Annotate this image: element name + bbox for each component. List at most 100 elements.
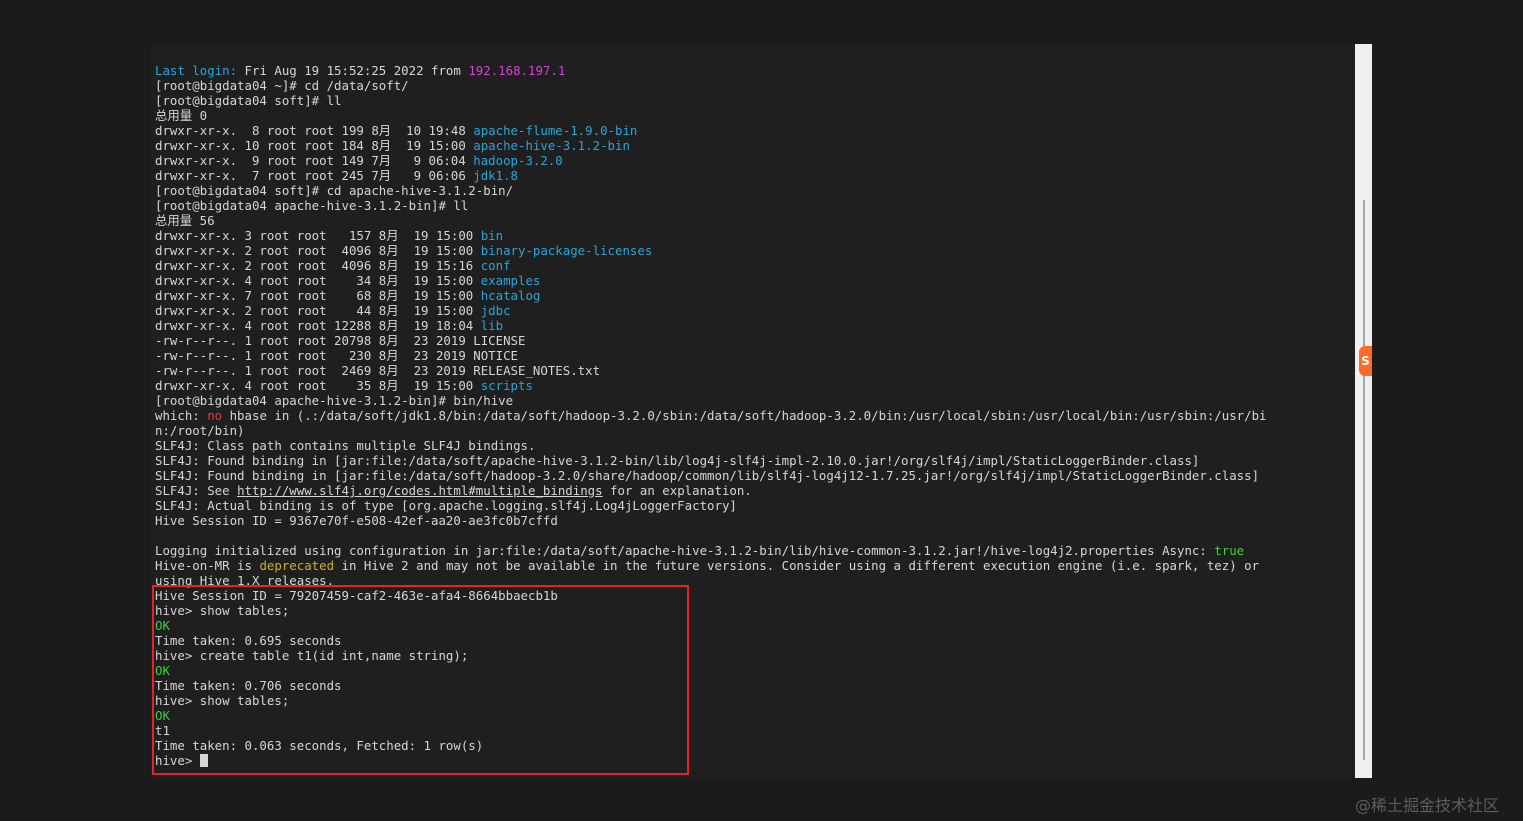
terminal-text: SLF4J: See [155, 483, 238, 498]
terminal-line: Logging initialized using configuration … [155, 543, 1267, 558]
terminal-line: [root@bigdata04 ~]# cd /data/soft/ [155, 78, 1267, 93]
terminal-text: which: [155, 408, 208, 423]
terminal-text: Hive Session ID = 9367e70f-e508-42ef-aa2… [155, 513, 558, 528]
terminal-text: in Hive 2 and may not be available in th… [334, 558, 1260, 573]
terminal-text: drwxr-xr-x. 8 root root 199 8月 10 19:48 [155, 123, 474, 138]
terminal-line: Time taken: 0.063 seconds, Fetched: 1 ro… [155, 738, 1267, 753]
terminal-line: -rw-r--r--. 1 root root 20798 8月 23 2019… [155, 333, 1267, 348]
terminal-text: t1 [155, 723, 170, 738]
terminal-text: 总用量 56 [155, 213, 215, 228]
terminal-text: hive> [155, 753, 200, 768]
terminal-text: conf [480, 258, 511, 273]
side-widget-icon[interactable]: S [1359, 346, 1372, 376]
terminal-line: drwxr-xr-x. 2 root root 4096 8月 19 15:00… [155, 243, 1267, 258]
terminal-line: [root@bigdata04 soft]# cd apache-hive-3.… [155, 183, 1267, 198]
terminal-text: OK [155, 663, 170, 678]
terminal-text: Time taken: 0.063 seconds, Fetched: 1 ro… [155, 738, 484, 753]
terminal-text: 总用量 0 [155, 108, 208, 123]
scrollbar-thumb[interactable] [1363, 200, 1365, 760]
terminal-line: Hive Session ID = 79207459-caf2-463e-afa… [155, 588, 1267, 603]
terminal-line: OK [155, 618, 1267, 633]
terminal-text: drwxr-xr-x. 9 root root 149 7月 9 06:04 [155, 153, 474, 168]
terminal-line: drwxr-xr-x. 7 root root 245 7月 9 06:06 j… [155, 168, 1267, 183]
terminal-line: using Hive 1.X releases. [155, 573, 1267, 588]
terminal-line: drwxr-xr-x. 3 root root 157 8月 19 15:00 … [155, 228, 1267, 243]
terminal-text: drwxr-xr-x. 2 root root 44 8月 19 15:00 [155, 303, 481, 318]
terminal-text: [root@bigdata04 soft]# ll [155, 93, 342, 108]
terminal-line: 总用量 56 [155, 213, 1267, 228]
terminal-text: drwxr-xr-x. 10 root root 184 8月 19 15:00 [155, 138, 474, 153]
terminal-window[interactable]: Last login: Fri Aug 19 15:52:25 2022 fro… [151, 44, 1355, 778]
terminal-line: Time taken: 0.706 seconds [155, 678, 1267, 693]
terminal-text: [root@bigdata04 apache-hive-3.1.2-bin]# … [155, 198, 469, 213]
terminal-line: drwxr-xr-x. 2 root root 44 8月 19 15:00 j… [155, 303, 1267, 318]
terminal-line: SLF4J: Found binding in [jar:file:/data/… [155, 453, 1267, 468]
terminal-line: hive> create table t1(id int,name string… [155, 648, 1267, 663]
watermark: @稀土掘金技术社区 [1355, 796, 1500, 815]
terminal-line: -rw-r--r--. 1 root root 2469 8月 23 2019 … [155, 363, 1267, 378]
terminal-line: drwxr-xr-x. 8 root root 199 8月 10 19:48 … [155, 123, 1267, 138]
terminal-line: which: no hbase in (.:/data/soft/jdk1.8/… [155, 408, 1267, 423]
terminal-line: SLF4J: See http://www.slf4j.org/codes.ht… [155, 483, 1267, 498]
terminal-text: hive> create table t1(id int,name string… [155, 648, 469, 663]
terminal-text: bin [480, 228, 504, 243]
terminal-text: apache-flume-1.9.0-bin [473, 123, 638, 138]
terminal-text: jdk1.8 [473, 168, 519, 183]
terminal-line: Time taken: 0.695 seconds [155, 633, 1267, 648]
terminal-text: examples [480, 273, 541, 288]
terminal-text: Time taken: 0.695 seconds [155, 633, 342, 648]
terminal-line: 总用量 0 [155, 108, 1267, 123]
terminal-text: SLF4J: Class path contains multiple SLF4… [155, 438, 536, 453]
terminal-text: Time taken: 0.706 seconds [155, 678, 342, 693]
terminal-text: apache-hive-3.1.2-bin [473, 138, 630, 153]
terminal-line: Last login: Fri Aug 19 15:52:25 2022 fro… [155, 63, 1267, 78]
terminal-line: drwxr-xr-x. 4 root root 35 8月 19 15:00 s… [155, 378, 1267, 393]
terminal-text: hive> show tables; [155, 603, 290, 618]
terminal-text: OK [155, 618, 170, 633]
terminal-line: hive> show tables; [155, 603, 1267, 618]
screenshot: Last login: Fri Aug 19 15:52:25 2022 fro… [0, 0, 1523, 821]
terminal-text: hbase in (.:/data/soft/jdk1.8/bin:/data/… [222, 408, 1267, 423]
terminal-text: scripts [480, 378, 533, 393]
terminal-line: drwxr-xr-x. 10 root root 184 8月 19 15:00… [155, 138, 1267, 153]
terminal-link[interactable]: http://www.slf4j.org/codes.html#multiple… [237, 483, 603, 498]
terminal-text: drwxr-xr-x. 4 root root 34 8月 19 15:00 [155, 273, 481, 288]
terminal-text: SLF4J: Found binding in [jar:file:/data/… [155, 468, 1260, 483]
terminal-text: drwxr-xr-x. 4 root root 35 8月 19 15:00 [155, 378, 481, 393]
terminal-output: Last login: Fri Aug 19 15:52:25 2022 fro… [155, 63, 1267, 768]
terminal-text: -rw-r--r--. 1 root root 230 8月 23 2019 N… [155, 348, 519, 363]
terminal-text: drwxr-xr-x. 3 root root 157 8月 19 15:00 [155, 228, 481, 243]
terminal-text: Fri Aug 19 15:52:25 2022 from [237, 63, 469, 78]
terminal-text: -rw-r--r--. 1 root root 2469 8月 23 2019 … [155, 363, 601, 378]
terminal-line: Hive-on-MR is deprecated in Hive 2 and m… [155, 558, 1267, 573]
terminal-scrollbar[interactable] [1355, 44, 1372, 778]
terminal-text: [root@bigdata04 ~]# cd /data/soft/ [155, 78, 409, 93]
terminal-line: drwxr-xr-x. 4 root root 34 8月 19 15:00 e… [155, 273, 1267, 288]
terminal-line: hive> [155, 753, 1267, 768]
terminal-text: drwxr-xr-x. 4 root root 12288 8月 19 18:0… [155, 318, 481, 333]
terminal-text: Hive Session ID = 79207459-caf2-463e-afa… [155, 588, 558, 603]
terminal-text: [root@bigdata04 apache-hive-3.1.2-bin]# … [155, 393, 514, 408]
terminal-line: [root@bigdata04 apache-hive-3.1.2-bin]# … [155, 198, 1267, 213]
terminal-text: for an explanation. [602, 483, 752, 498]
terminal-line: SLF4J: Found binding in [jar:file:/data/… [155, 468, 1267, 483]
terminal-text: hadoop-3.2.0 [473, 153, 563, 168]
terminal-text: 192.168.197.1 [468, 63, 566, 78]
terminal-text: drwxr-xr-x. 2 root root 4096 8月 19 15:00 [155, 243, 481, 258]
terminal-text: n:/root/bin) [155, 423, 245, 438]
terminal-text: drwxr-xr-x. 7 root root 68 8月 19 15:00 [155, 288, 481, 303]
terminal-text: hcatalog [480, 288, 541, 303]
terminal-line: hive> show tables; [155, 693, 1267, 708]
terminal-text: hive> show tables; [155, 693, 290, 708]
terminal-text: lib [480, 318, 504, 333]
terminal-line: [root@bigdata04 soft]# ll [155, 93, 1267, 108]
terminal-text: Hive-on-MR is [155, 558, 260, 573]
terminal-line: SLF4J: Class path contains multiple SLF4… [155, 438, 1267, 453]
terminal-text: drwxr-xr-x. 7 root root 245 7月 9 06:06 [155, 168, 474, 183]
terminal-text: OK [155, 708, 170, 723]
terminal-line: [root@bigdata04 apache-hive-3.1.2-bin]# … [155, 393, 1267, 408]
terminal-text: SLF4J: Actual binding is of type [org.ap… [155, 498, 737, 513]
terminal-text: deprecated [259, 558, 335, 573]
terminal-text: SLF4J: Found binding in [jar:file:/data/… [155, 453, 1200, 468]
